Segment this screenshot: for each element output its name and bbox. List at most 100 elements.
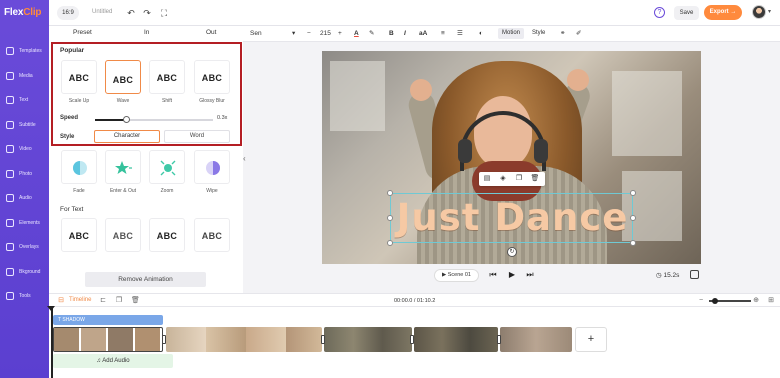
next-icon[interactable]: ⏭ [525, 270, 535, 280]
video-clip[interactable] [53, 327, 163, 352]
save-button[interactable]: Save [674, 6, 699, 20]
sidebar-item-bkground[interactable]: Bkground [0, 263, 49, 285]
sidebar-item-photo[interactable]: Photo [0, 165, 49, 187]
avatar[interactable] [752, 5, 766, 19]
text-track[interactable]: T SHADOW [53, 315, 163, 325]
playhead[interactable] [51, 307, 53, 378]
bold-icon[interactable]: B [389, 29, 394, 39]
help-icon[interactable]: ? [654, 7, 665, 18]
timeline-label[interactable]: Timeline [69, 297, 91, 303]
style-word-option[interactable]: Word [164, 130, 230, 143]
resize-handle[interactable] [387, 190, 393, 196]
sidebar-item-tools[interactable]: Tools [0, 287, 49, 309]
video-clip[interactable] [166, 327, 322, 352]
resize-handle[interactable] [630, 240, 636, 246]
sidebar-item-video[interactable]: Video [0, 140, 49, 162]
scene-duration[interactable]: ◷ 15.2s [656, 271, 679, 279]
split-icon[interactable]: ⊏ [99, 297, 107, 305]
tab-out[interactable]: Out [206, 29, 216, 36]
font-size-increase[interactable]: + [338, 29, 342, 39]
fit-timeline-icon[interactable]: ⊞ [767, 297, 775, 305]
timeline-zoom-slider[interactable] [709, 297, 751, 304]
sidebar-item-overlays[interactable]: Overlays [0, 238, 49, 260]
text-case-icon[interactable]: aA [419, 29, 427, 39]
add-clip-button[interactable]: + [575, 327, 607, 352]
delete-icon[interactable]: 🗑 [530, 174, 540, 184]
undo-icon[interactable]: ↶ [125, 7, 137, 19]
animation-wave-card[interactable]: ABC [105, 60, 141, 94]
video-clip[interactable] [414, 327, 498, 352]
transition-handle[interactable] [410, 335, 414, 344]
resize-handle[interactable] [387, 240, 393, 246]
resize-handle[interactable] [630, 215, 636, 221]
sidebar-item-text[interactable]: Text [0, 91, 49, 113]
play-icon[interactable]: ▶ [507, 270, 517, 280]
italic-icon[interactable]: I [404, 29, 406, 39]
aspect-ratio-button[interactable]: 16:9 [57, 6, 79, 20]
text-animation-card[interactable]: ABC [61, 218, 97, 252]
edit-icon[interactable]: ✐ [576, 29, 581, 39]
rotate-icon[interactable]: ↻ [507, 247, 517, 257]
transition-handle[interactable] [497, 335, 501, 344]
sidebar-item-audio[interactable]: Audio [0, 189, 49, 211]
font-size-input[interactable]: 215 [320, 29, 331, 39]
add-audio-button[interactable]: ♫ Add Audio [53, 354, 173, 368]
project-title[interactable]: Untitled [92, 9, 112, 15]
font-select[interactable]: Sen ▾ [250, 29, 298, 39]
logo[interactable]: FlexClip [4, 7, 42, 18]
fit-screen-icon[interactable] [690, 270, 699, 279]
collapse-panel-icon[interactable]: ‹ [243, 154, 246, 163]
remove-animation-button[interactable]: Remove Animation [85, 272, 206, 287]
video-clip[interactable] [324, 327, 412, 352]
copy-icon[interactable]: ❐ [115, 297, 123, 305]
text-animation-card[interactable]: ABC [149, 218, 185, 252]
tab-in[interactable]: In [144, 29, 149, 36]
sidebar-item-subtitle[interactable]: Subtitle [0, 116, 49, 138]
text-animation-card[interactable]: ABC [194, 218, 230, 252]
canvas-text[interactable]: Just Dance [391, 194, 634, 242]
text-color-icon[interactable]: A [354, 29, 359, 39]
link-icon[interactable]: ⚭ [560, 29, 565, 39]
animation-scale-up-card[interactable]: ABC [61, 60, 97, 94]
fullscreen-icon[interactable]: ⛶ [158, 7, 170, 19]
text-selection[interactable]: Just Dance [387, 190, 636, 246]
transition-handle[interactable] [162, 335, 166, 344]
speed-slider[interactable] [95, 116, 213, 123]
style-character-option[interactable]: Character [94, 130, 160, 143]
duplicate-icon[interactable]: ❐ [514, 174, 524, 184]
sidebar-item-media[interactable]: Media [0, 67, 49, 89]
transition-handle[interactable] [321, 335, 325, 344]
zoom-slider-handle[interactable] [712, 297, 718, 304]
format-icon[interactable]: ▤ [482, 174, 492, 184]
align-icon[interactable]: ≡ [441, 29, 445, 39]
chevron-down-icon[interactable]: ▾ [768, 8, 771, 15]
tab-preset[interactable]: Preset [73, 29, 92, 36]
animation-glossy-blur-card[interactable]: ABC [194, 60, 230, 94]
motion-tab[interactable]: Motion [498, 28, 525, 39]
previous-icon[interactable]: ⏮ [488, 270, 498, 280]
video-canvas[interactable]: ▤ ◈ ❐ 🗑 Just Dance ↻ [322, 51, 701, 264]
video-clip[interactable] [500, 327, 572, 352]
animation-wipe-card[interactable] [194, 150, 230, 184]
animation-zoom-card[interactable] [149, 150, 185, 184]
zoom-out-icon[interactable]: − [697, 297, 705, 305]
sidebar-item-elements[interactable]: Elements [0, 214, 49, 236]
export-button[interactable]: Export → [704, 5, 742, 20]
resize-handle[interactable] [387, 215, 393, 221]
redo-icon[interactable]: ↷ [141, 7, 153, 19]
animation-shift-card[interactable]: ABC [149, 60, 185, 94]
opacity-icon[interactable]: ◐ [479, 29, 483, 39]
delete-icon[interactable]: 🗑 [131, 297, 140, 305]
spacing-icon[interactable]: ☰ [457, 29, 463, 39]
highlight-icon[interactable]: ✎ [369, 29, 374, 39]
layers-icon[interactable]: ◈ [498, 174, 508, 184]
sidebar-item-templates[interactable]: Templates [0, 42, 49, 64]
animation-fade-card[interactable] [61, 150, 97, 184]
animation-enter-out-card[interactable] [105, 150, 141, 184]
text-animation-card[interactable]: ABC [105, 218, 141, 252]
scene-selector[interactable]: ▶ Scene 01 [434, 269, 479, 282]
style-tab[interactable]: Style [528, 28, 549, 39]
font-size-decrease[interactable]: − [307, 29, 311, 39]
resize-handle[interactable] [630, 190, 636, 196]
zoom-in-icon[interactable]: ⊕ [752, 297, 760, 305]
